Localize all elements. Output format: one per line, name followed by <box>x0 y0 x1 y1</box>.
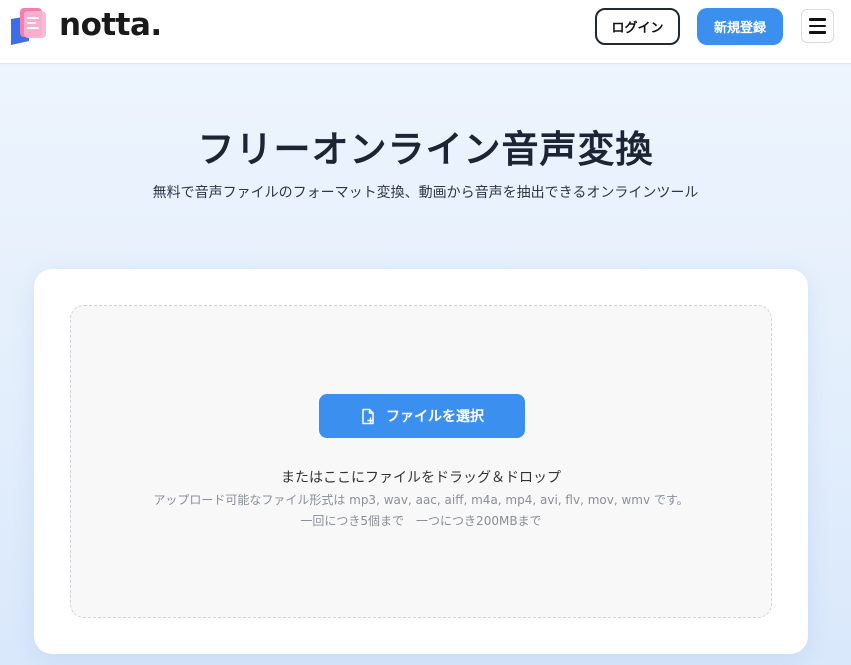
brand-name[interactable]: notta. <box>59 7 162 43</box>
drop-instructions: またはここにファイルをドラッグ＆ドロップ <box>281 470 561 486</box>
upload-limits: 一回につき5個まで 一つにつき200MBまで <box>300 514 542 528</box>
file-add-icon <box>362 408 374 424</box>
upload-card: ファイルを選択 またはここにファイルをドラッグ＆ドロップ アップロード可能なファ… <box>34 269 808 654</box>
supported-formats: アップロード可能なファイル形式は mp3, wav, aac, aiff, m4… <box>153 493 689 507</box>
top-header: notta. ログイン 新規登録 <box>0 0 851 64</box>
signup-button[interactable]: 新規登録 <box>697 8 783 45</box>
hero-section: フリーオンライン音声変換 無料で音声ファイルのフォーマット変換、動画から音声を抽… <box>0 65 851 665</box>
notta-logo-icon[interactable] <box>9 7 49 45</box>
select-file-button[interactable]: ファイルを選択 <box>319 394 525 438</box>
hamburger-icon-line <box>809 31 826 34</box>
hamburger-icon <box>809 18 826 21</box>
file-dropzone[interactable]: ファイルを選択 またはここにファイルをドラッグ＆ドロップ アップロード可能なファ… <box>70 305 772 618</box>
page-subtitle: 無料で音声ファイルのフォーマット変換、動画から音声を抽出できるオンラインツール <box>152 185 699 201</box>
login-button[interactable]: ログイン <box>595 8 680 45</box>
page-title: フリーオンライン音声変換 <box>197 128 654 171</box>
menu-button[interactable] <box>801 9 834 43</box>
hamburger-icon-line <box>809 24 826 28</box>
select-file-label: ファイルを選択 <box>386 409 484 425</box>
